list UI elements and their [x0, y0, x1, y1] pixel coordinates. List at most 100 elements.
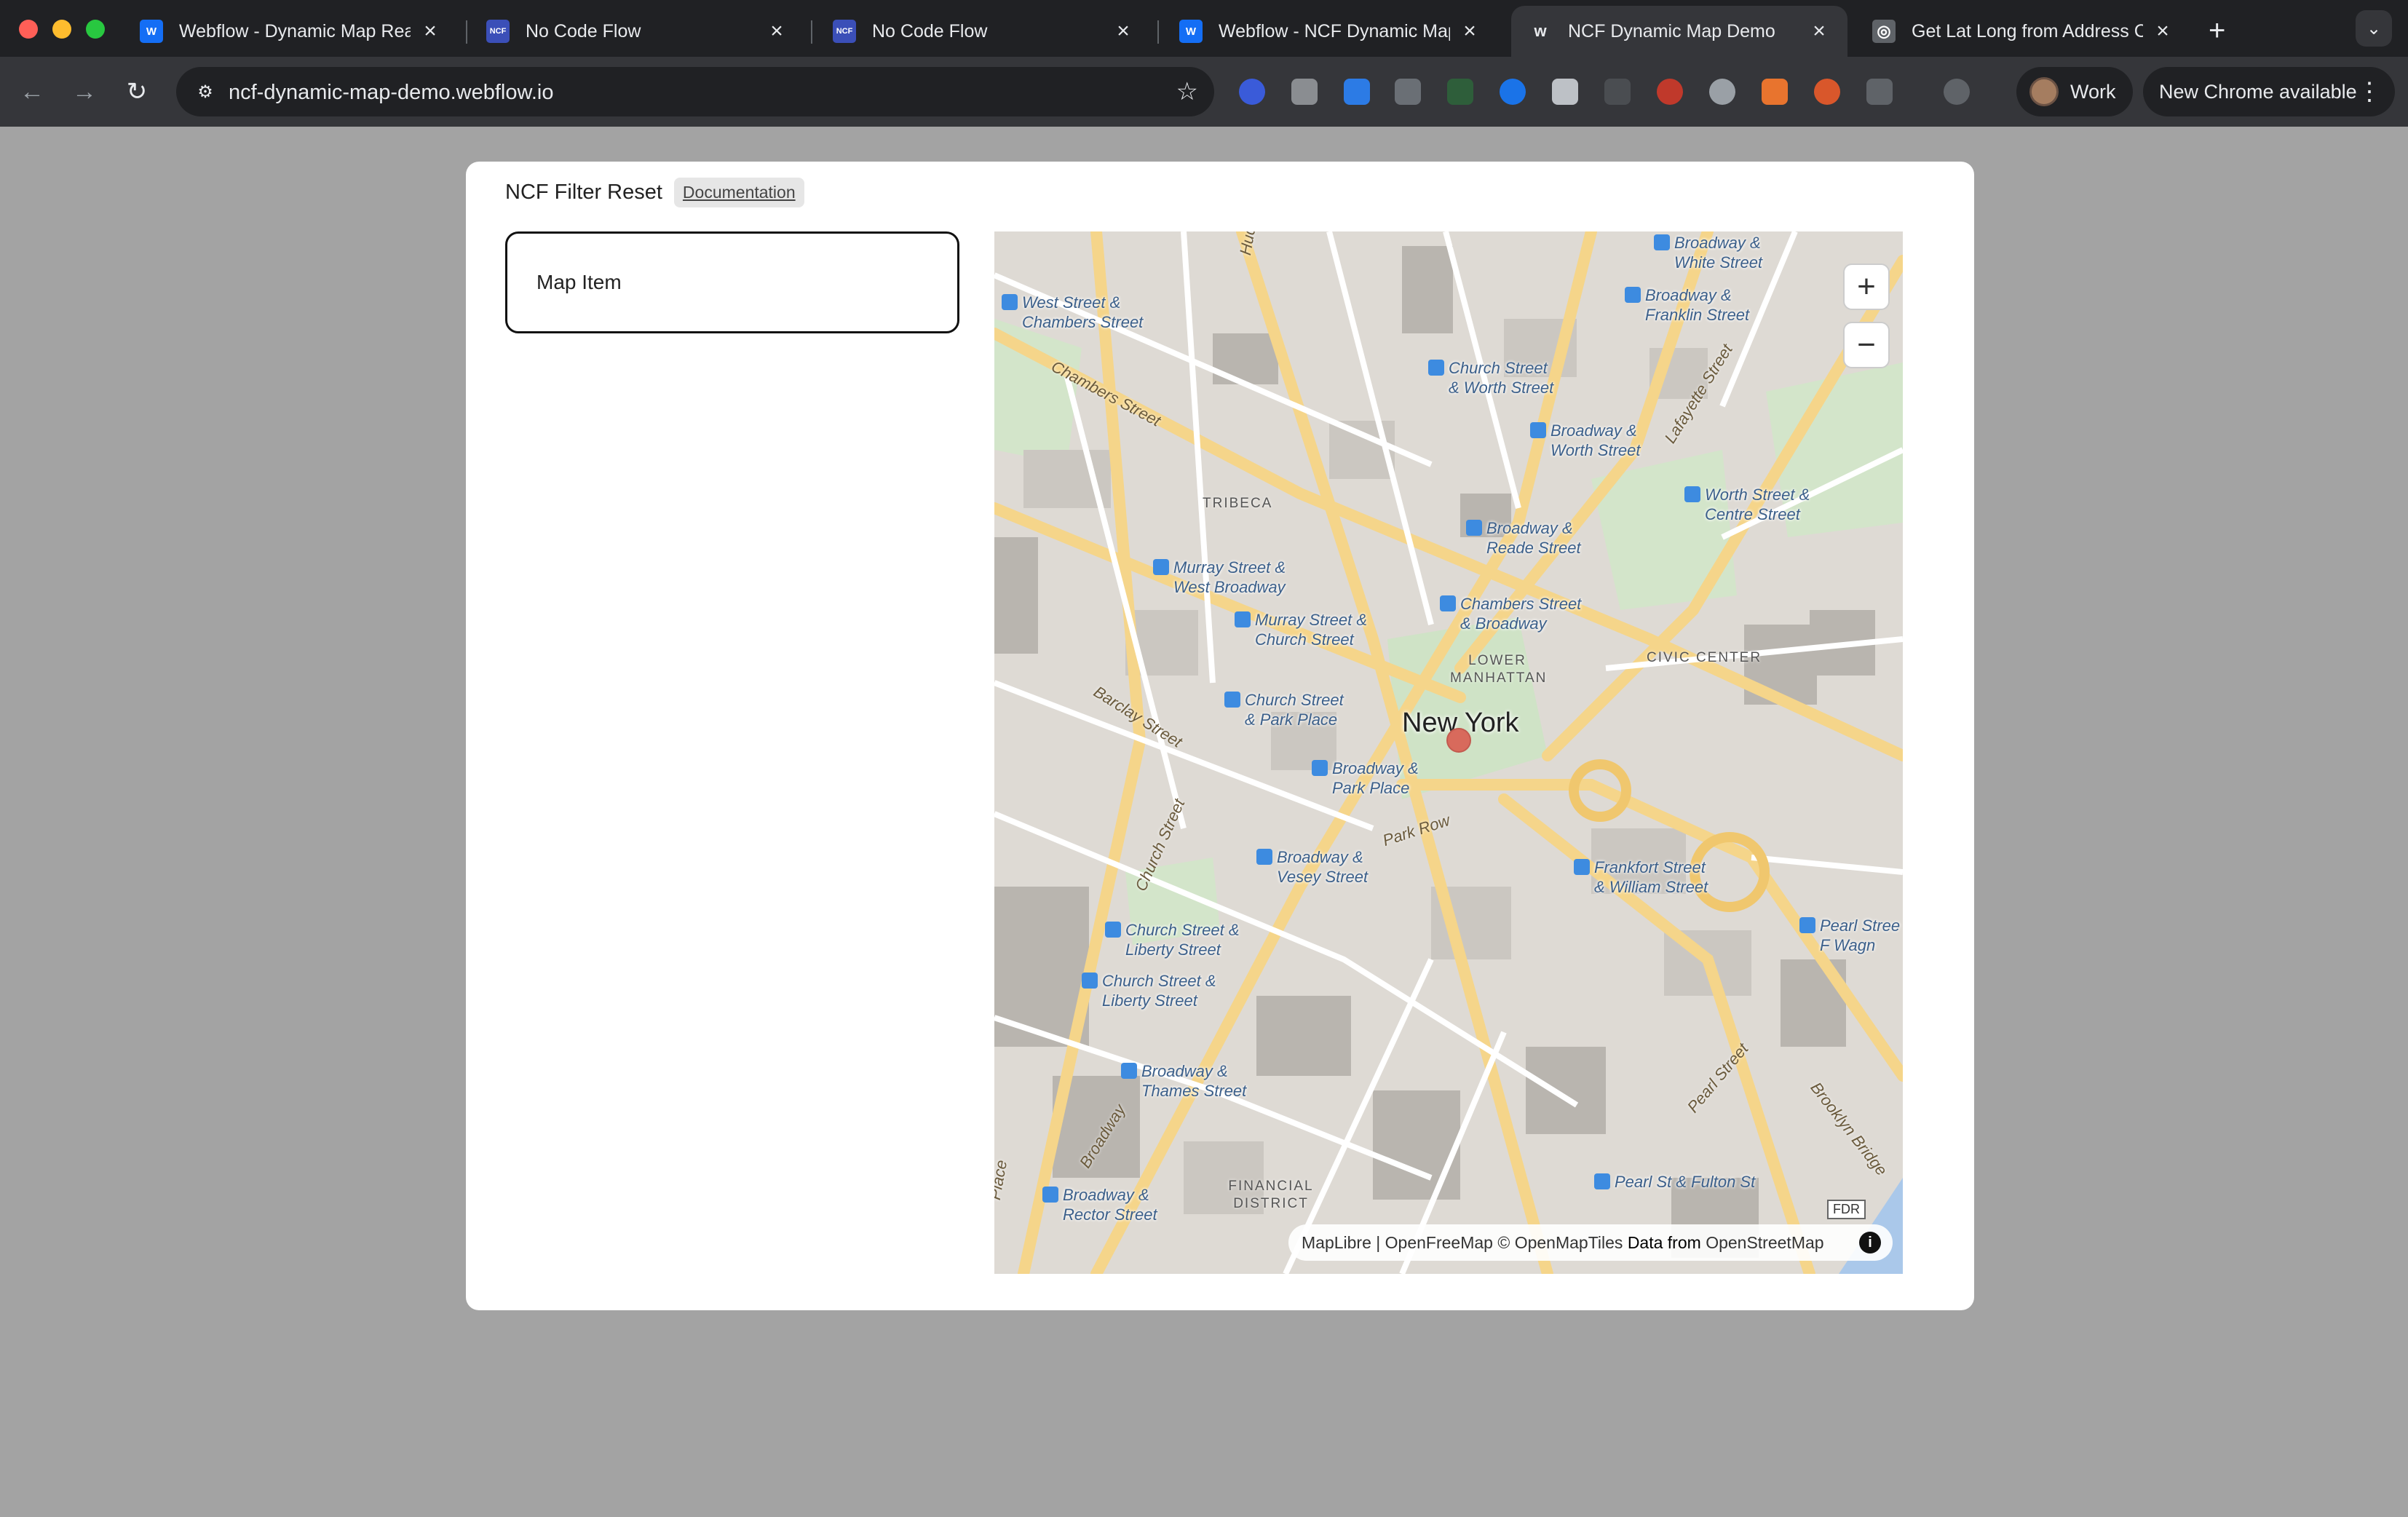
transit-stop-label: Broadway & Reade Street	[1466, 518, 1581, 558]
bus-stop-icon	[1256, 849, 1272, 865]
tab-title: Webflow - Dynamic Map Real	[179, 20, 411, 41]
bus-stop-icon	[1799, 917, 1815, 933]
tab-close-icon[interactable]: ×	[1459, 19, 1481, 44]
bus-stop-icon	[1440, 595, 1456, 611]
transit-stop-label: Church Street & Park Place	[1224, 690, 1344, 729]
transit-stop-label: Broadway & Park Place	[1312, 758, 1419, 798]
bus-stop-icon	[1121, 1063, 1137, 1079]
avatar	[2029, 77, 2059, 106]
history-icon[interactable]	[1944, 79, 1970, 105]
map-attribution: MapLibre | OpenFreeMap © OpenMapTiles Da…	[1288, 1224, 1893, 1261]
tab-close-icon[interactable]: ×	[419, 19, 441, 44]
extension-icon[interactable]	[1709, 79, 1735, 105]
transit-stop-label: Murray Street & West Broadway	[1153, 558, 1286, 597]
extension-icon[interactable]	[1500, 79, 1526, 105]
close-window-button[interactable]	[19, 20, 38, 39]
maplibre-link[interactable]: MapLibre	[1302, 1233, 1371, 1253]
tab-title: No Code Flow	[872, 20, 988, 41]
tab-title: Get Lat Long from Address C	[1912, 20, 2143, 41]
transit-stop-label: Frankfort Street & William Street	[1574, 857, 1708, 897]
transit-stop-label: Broadway & Franklin Street	[1625, 285, 1749, 325]
bus-stop-icon	[1002, 294, 1018, 310]
tab-close-icon[interactable]: ×	[766, 19, 788, 44]
location-marker[interactable]	[1446, 728, 1471, 753]
browser-tab[interactable]: W Webflow - NCF Dynamic Map ×	[1162, 6, 1498, 57]
extension-icon[interactable]	[1762, 79, 1788, 105]
page-card: NCF Filter Reset Documentation Map Item	[466, 162, 1974, 1310]
documentation-link[interactable]: Documentation	[673, 178, 804, 207]
password-manager-icon[interactable]	[1239, 79, 1265, 105]
openmaptiles-link[interactable]: © OpenMapTiles	[1497, 1233, 1623, 1253]
area-label: CIVIC CENTER	[1647, 650, 1762, 665]
profile-label: Work	[2070, 80, 2116, 103]
transit-stop-label: Broadway & Rector Street	[1042, 1185, 1157, 1224]
new-tab-button[interactable]: +	[2209, 15, 2225, 47]
bus-stop-icon	[1224, 692, 1240, 708]
bus-stop-icon	[1654, 234, 1670, 250]
bus-stop-icon	[1530, 422, 1546, 438]
map-item-card[interactable]: Map Item	[505, 231, 959, 333]
extension-icon[interactable]	[1604, 79, 1631, 105]
tab-title: NCF Dynamic Map Demo	[1568, 20, 1775, 41]
transit-stop-label: Chambers Street & Broadway	[1440, 594, 1581, 633]
extension-icon[interactable]	[1552, 79, 1578, 105]
minimize-window-button[interactable]	[52, 20, 71, 39]
site-settings-icon[interactable]: ⚙	[191, 77, 220, 106]
map-view[interactable]: Broadway & White Street Broadway & Frankli…	[994, 231, 1903, 1274]
header: NCF Filter Reset Documentation	[505, 178, 804, 207]
extension-icon[interactable]	[1344, 79, 1370, 105]
transit-stop-label: Broadway & Thames Street	[1121, 1061, 1246, 1101]
transit-stop-label: Murray Street & Church Street	[1235, 610, 1367, 649]
puzzle-icon[interactable]	[1866, 79, 1893, 105]
tab-close-icon[interactable]: ×	[2152, 19, 2174, 44]
tab-close-icon[interactable]: ×	[1112, 19, 1134, 44]
info-icon[interactable]: i	[1859, 1232, 1881, 1253]
tab-close-icon[interactable]: ×	[1808, 19, 1830, 44]
transit-stop-label: Broadway & Worth Street	[1530, 421, 1640, 460]
area-label: LOWER MANHATTAN	[1450, 653, 1548, 686]
extension-icon[interactable]	[1814, 79, 1840, 105]
extension-icon[interactable]	[1447, 79, 1473, 105]
maximize-window-button[interactable]	[86, 20, 105, 39]
transit-stop-label: Broadway & Vesey Street	[1256, 847, 1368, 887]
area-label: TRIBECA	[1203, 496, 1273, 511]
browser-tab[interactable]: NCF No Code Flow ×	[469, 6, 805, 57]
update-chrome-button[interactable]: New Chrome available ⋮	[2143, 67, 2395, 116]
bus-stop-icon	[1105, 922, 1121, 938]
transit-stop-label: Broadway & White Street	[1654, 233, 1762, 272]
tab-search-button[interactable]: ⌄	[2356, 10, 2392, 47]
forward-button[interactable]: →	[67, 74, 102, 109]
extension-icon[interactable]	[1395, 79, 1421, 105]
browser-tab[interactable]: ◎ Get Lat Long from Address C ×	[1855, 6, 2191, 57]
ncf-icon: NCF	[486, 20, 510, 43]
url-text[interactable]: ncf-dynamic-map-demo.webflow.io	[229, 81, 553, 105]
transit-stop-label: Church Street & Worth Street	[1428, 358, 1553, 397]
address-bar[interactable]: ⚙ ncf-dynamic-map-demo.webflow.io ☆	[176, 67, 1214, 116]
extension-icon[interactable]	[1657, 79, 1683, 105]
reload-button[interactable]: ↻	[119, 74, 154, 109]
globe-icon: ◎	[1872, 20, 1896, 43]
browser-tab[interactable]: W Webflow - Dynamic Map Real ×	[122, 6, 459, 57]
browser-tab-active[interactable]: w NCF Dynamic Map Demo ×	[1511, 6, 1847, 57]
browser-tab[interactable]: NCF No Code Flow ×	[815, 6, 1152, 57]
transit-stop-label: Church Street & Liberty Street	[1082, 971, 1216, 1010]
more-menu-icon[interactable]: ⋮	[2357, 77, 2382, 106]
transit-stop-label: Church Street & Liberty Street	[1105, 920, 1240, 959]
webflow-icon: W	[1179, 20, 1203, 43]
transit-stop-label: Pearl St & Fulton St	[1594, 1172, 1755, 1192]
webflow-icon: W	[140, 20, 163, 43]
profile-button[interactable]: Work	[2016, 67, 2133, 116]
zoom-out-button[interactable]: −	[1843, 322, 1890, 368]
zoom-in-button[interactable]: +	[1843, 264, 1890, 310]
openfreemap-link[interactable]: OpenFreeMap	[1385, 1233, 1493, 1253]
back-button[interactable]: ←	[15, 74, 49, 109]
bookmark-star-icon[interactable]: ☆	[1176, 77, 1198, 106]
transit-stop-label: Worth Street & Centre Street	[1684, 485, 1810, 524]
bus-stop-icon	[1235, 611, 1251, 627]
bus-stop-icon	[1153, 559, 1169, 575]
bus-stop-icon	[1594, 1173, 1610, 1189]
transit-stop-label: Pearl Stree F Wagn	[1799, 916, 1900, 955]
bus-stop-icon	[1428, 360, 1444, 376]
camera-icon[interactable]	[1291, 79, 1318, 105]
openstreetmap-link[interactable]: OpenStreetMap	[1706, 1233, 1823, 1253]
